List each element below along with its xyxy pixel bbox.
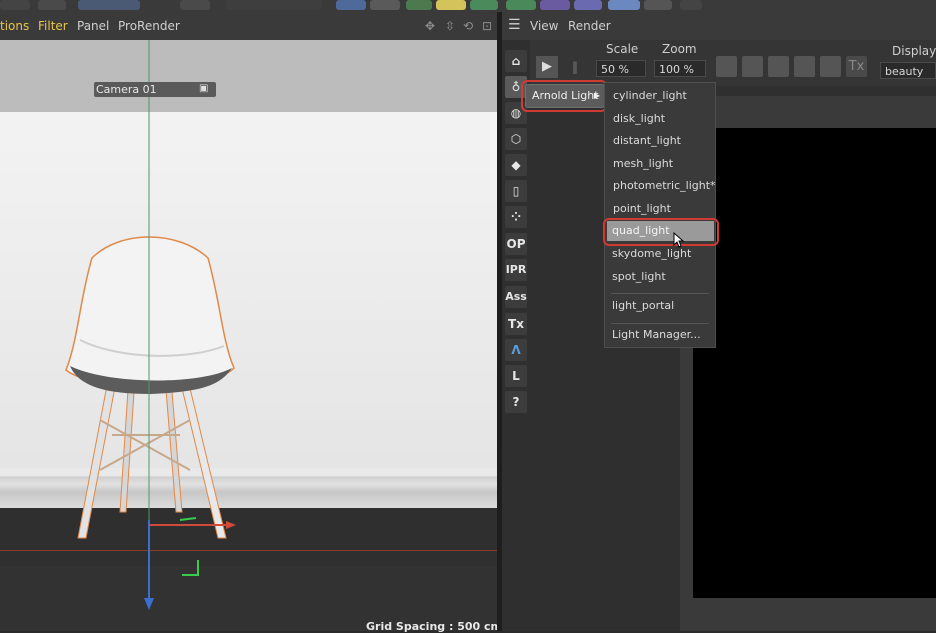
display-label: Display xyxy=(892,44,936,58)
menu-item-distant-light[interactable]: distant_light xyxy=(613,134,681,147)
menu-item-light-portal[interactable]: light_portal xyxy=(612,299,674,312)
license-button[interactable]: L xyxy=(505,365,527,387)
cursor-tool-icon[interactable] xyxy=(38,0,66,10)
dolly-view-icon[interactable]: ⇳ xyxy=(445,19,455,33)
menu-item-spot-light[interactable]: spot_light xyxy=(612,270,666,283)
file-tool-icon[interactable]: ▯ xyxy=(505,180,527,202)
chair-scene xyxy=(65,40,236,610)
menu-item-mesh-light[interactable]: mesh_light xyxy=(613,157,673,170)
particles-tool-icon[interactable]: ⁘ xyxy=(505,206,527,228)
menu-item-skydome-light[interactable]: skydome_light xyxy=(612,247,691,260)
operators-button[interactable]: OP xyxy=(505,233,527,255)
menu-options[interactable]: tions xyxy=(0,19,29,33)
generator-icon[interactable] xyxy=(406,0,432,10)
play-icon[interactable]: ▶ xyxy=(536,56,558,78)
light-icon[interactable] xyxy=(680,0,702,10)
camera-icon: ▣ xyxy=(199,83,209,94)
menu-separator xyxy=(611,323,709,324)
menu-separator xyxy=(611,293,709,294)
field-icon[interactable] xyxy=(574,0,602,10)
render-panel-menubar: ☰ View Render xyxy=(502,12,936,40)
spline-icon[interactable] xyxy=(370,0,400,10)
axis-marker xyxy=(179,517,199,576)
menu-item-disk-light[interactable]: disk_light xyxy=(613,112,665,125)
floor-icon[interactable] xyxy=(608,0,640,10)
top-toolbar xyxy=(0,0,936,12)
menu-prorender[interactable]: ProRender xyxy=(118,19,180,33)
region-icon[interactable] xyxy=(768,56,789,77)
monitor-icon[interactable] xyxy=(716,56,737,77)
toggle-view-icon[interactable]: ⊡ xyxy=(482,19,492,33)
ass-button[interactable]: Ass xyxy=(505,286,527,308)
render-icon[interactable] xyxy=(0,0,30,10)
tx-button[interactable]: Tx xyxy=(505,313,527,335)
zoom-field[interactable]: 100 % xyxy=(654,60,706,77)
menu-render[interactable]: Render xyxy=(568,19,611,33)
camera-tool-icon[interactable]: ⌂ xyxy=(505,50,527,72)
transform-tools-icon[interactable] xyxy=(78,0,140,10)
deformer-icon[interactable] xyxy=(436,0,466,10)
arnold-side-toolbar: ⌂ ♁ ◍ ⬡ ◆ ▯ ⁘ OP IPR Ass Tx Λ L ? xyxy=(502,40,530,631)
help-button[interactable]: ? xyxy=(505,391,527,413)
camera-icon[interactable] xyxy=(644,0,672,10)
menu-panel[interactable]: Panel xyxy=(77,19,109,33)
pause-icon[interactable]: ‖ xyxy=(566,56,584,78)
zoom-label: Zoom xyxy=(662,42,697,56)
rotate-view-icon[interactable]: ⟲ xyxy=(463,19,473,33)
scene-icon[interactable] xyxy=(506,0,536,10)
menu-filter[interactable]: Filter xyxy=(38,19,68,33)
viewport[interactable]: Camera 01 ▣ xyxy=(0,40,497,631)
menu-view[interactable]: View xyxy=(530,19,558,33)
render-view[interactable] xyxy=(693,128,936,598)
hamburger-icon[interactable]: ☰ xyxy=(508,17,521,33)
cube-icon[interactable] xyxy=(336,0,366,10)
scale-label: Scale xyxy=(606,42,639,56)
menu-item-point-light[interactable]: point_light xyxy=(613,202,671,215)
display-select[interactable]: beauty xyxy=(880,62,936,79)
texture-icon[interactable]: Tx xyxy=(846,56,867,77)
brush-icon[interactable] xyxy=(820,56,841,77)
move-view-icon[interactable]: ✥ xyxy=(425,19,435,33)
grid-spacing-readout: Grid Spacing : 500 cm xyxy=(366,620,502,633)
procedural-tool-icon[interactable]: ◆ xyxy=(505,154,527,176)
globe-icon[interactable] xyxy=(742,56,763,77)
menu-item-light-manager[interactable]: Light Manager... xyxy=(612,328,701,341)
arnold-logo-icon[interactable]: Λ xyxy=(505,339,527,361)
menu-item-cylinder-light[interactable]: cylinder_light xyxy=(613,89,687,102)
render-tools-icon[interactable] xyxy=(226,0,322,10)
volume-tool-icon[interactable]: ⬡ xyxy=(505,128,527,150)
menu-item-photometric-light[interactable]: photometric_light* xyxy=(613,179,716,192)
highlight-outline xyxy=(603,218,719,246)
scale-field[interactable]: 50 % xyxy=(596,60,646,77)
crop-icon[interactable] xyxy=(794,56,815,77)
chair-model xyxy=(65,236,235,539)
coordinate-icon[interactable] xyxy=(180,0,210,10)
viewport-menubar: tions Filter Panel ProRender ✥ ⇳ ⟲ ⊡ xyxy=(0,12,500,40)
mograph-icon[interactable] xyxy=(470,0,498,10)
effector-icon[interactable] xyxy=(540,0,570,10)
mouse-cursor-icon xyxy=(673,232,685,248)
camera-label[interactable]: Camera 01 xyxy=(94,82,216,97)
ipr-button[interactable]: IPR xyxy=(505,259,527,281)
highlight-outline xyxy=(521,80,607,112)
